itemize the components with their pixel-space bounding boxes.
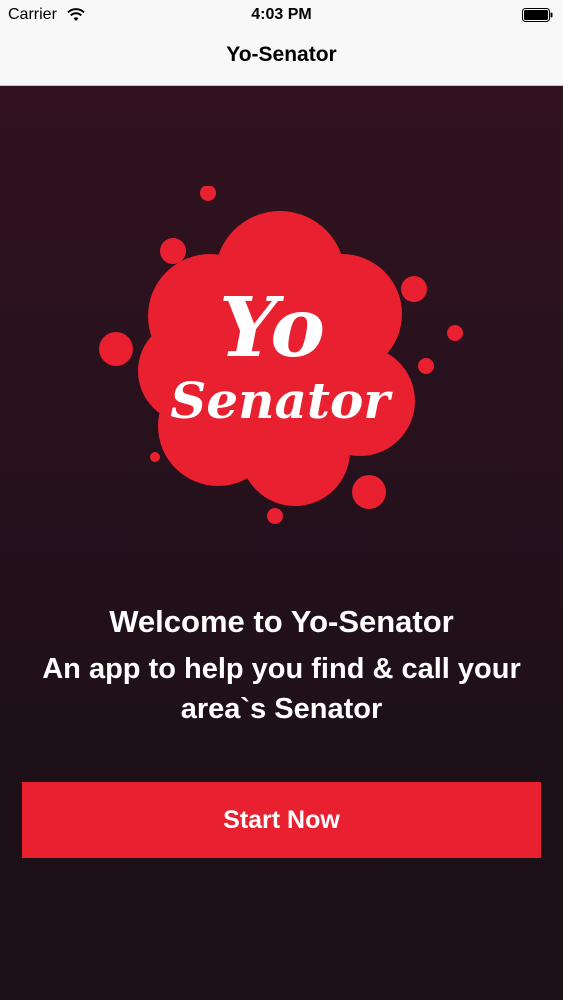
logo-text-yo: Yo xyxy=(219,280,325,376)
clock: 4:03 PM xyxy=(251,6,312,23)
start-now-button[interactable]: Start Now xyxy=(22,782,541,858)
tagline: An app to help you find & call your area… xyxy=(42,653,521,725)
nav-title: Yo-Senator xyxy=(226,43,337,66)
status-bar: Carrier 4:03 PM xyxy=(0,0,563,30)
yo-senator-logo: Yo Senator xyxy=(99,186,463,524)
logo-text-senator: Senator xyxy=(170,371,393,430)
welcome-screen: Yo Senator Welcome to Yo-Senator An app … xyxy=(0,86,563,1000)
welcome-heading: Welcome to Yo-Senator xyxy=(109,604,454,639)
battery-icon xyxy=(522,8,553,22)
navigation-bar: Yo-Senator xyxy=(0,30,563,86)
